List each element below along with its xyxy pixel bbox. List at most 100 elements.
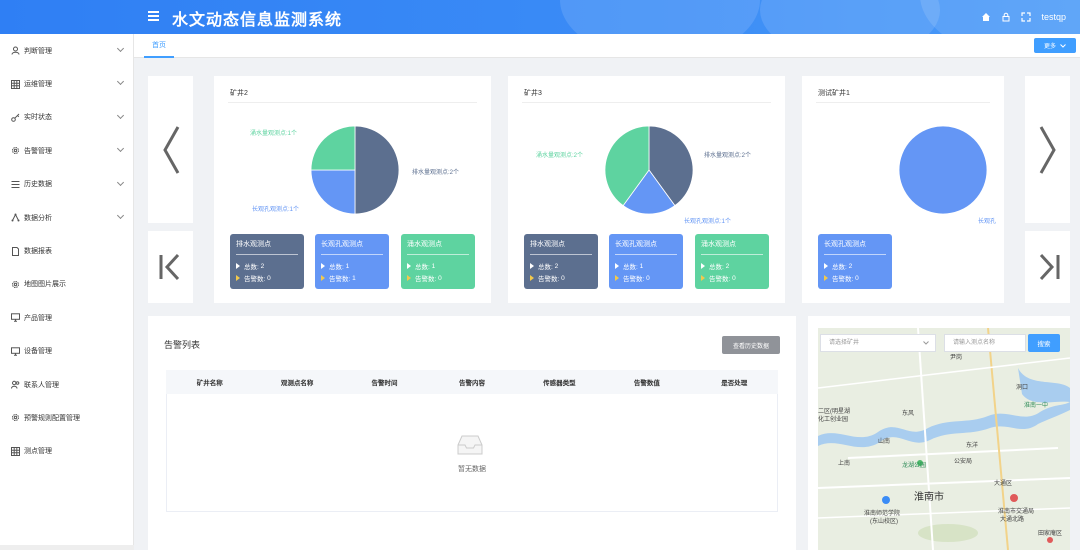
map-label: 大通北路: [1000, 517, 1025, 523]
triangle-icon: [530, 275, 534, 281]
chevron-down-icon: [1060, 43, 1066, 48]
sidebar-item[interactable]: 地图图片展示: [0, 268, 133, 301]
username[interactable]: testqp: [1041, 12, 1066, 22]
monitor-icon: [10, 313, 20, 323]
triangle-icon: [701, 275, 705, 281]
map-label: 田家庵区: [1038, 531, 1063, 537]
carousel-prev-button[interactable]: [148, 76, 193, 223]
stat-alarm-label: 告警数:: [623, 276, 645, 283]
nodes-icon: [10, 213, 20, 223]
more-button-label: 更多: [1043, 44, 1056, 50]
chevron-first-icon: [159, 253, 179, 281]
pie-slice[interactable]: [354, 125, 400, 215]
carousel-last-button[interactable]: [1025, 231, 1070, 303]
pie-label-hole: 长观孔: [978, 219, 997, 225]
stat-total-label: 总数:: [329, 264, 344, 271]
sidebar-item-label: 数据报表: [24, 248, 52, 256]
chevron-down-icon: [116, 211, 125, 219]
empty-inbox-icon: [457, 435, 483, 455]
stat-total-row: 总数: 1: [407, 261, 469, 271]
chevron-last-icon: [1039, 253, 1059, 281]
pie-slice[interactable]: [310, 125, 356, 171]
alarm-list-title: 告警列表: [164, 340, 201, 350]
map-label: 上南: [838, 461, 851, 467]
triangle-icon: [701, 263, 705, 269]
pie-label-hole: 长观孔观测点:1个: [684, 219, 732, 225]
fullscreen-icon[interactable]: [1021, 12, 1032, 22]
pie-label-hole: 长观孔观测点:1个: [252, 207, 300, 213]
stat-total-label: 总数:: [623, 264, 638, 271]
sidebar-scrollbar[interactable]: [0, 545, 134, 550]
grid-icon: [10, 79, 20, 89]
stat-alarm-value: 0: [855, 274, 859, 282]
users-icon: [10, 380, 20, 390]
monitor-icon: [10, 346, 20, 356]
map-label: 龙湖公园: [902, 463, 927, 469]
carousel-next-button[interactable]: [1025, 76, 1070, 223]
stat-alarm-row: 告警数: 0: [701, 273, 763, 283]
gear-icon: [10, 413, 20, 423]
tab-home[interactable]: 首页: [144, 34, 174, 58]
stat-alarm-value: 0: [267, 274, 271, 282]
stat-total-row: 总数: 1: [615, 261, 677, 271]
sidebar-item[interactable]: 数据分析: [0, 201, 133, 234]
stat-total-row: 总数: 2: [824, 261, 886, 271]
more-button[interactable]: 更多: [1034, 38, 1076, 53]
pie-label-water: 涌水量观测点:1个: [250, 131, 298, 137]
sidebar-item[interactable]: 实时状态: [0, 101, 133, 134]
sidebar-item[interactable]: 测点管理: [0, 435, 133, 468]
sidebar-item[interactable]: 历史数据: [0, 168, 133, 201]
chevron-down-icon: [116, 78, 125, 86]
pie-slice[interactable]: [898, 125, 988, 215]
sidebar-item[interactable]: 数据报表: [0, 234, 133, 267]
map-view[interactable]: 尹岗 洞口 二区(明星湖 化工创业园 东风 山南 东洋 上南 公安局 龙湖公园 …: [818, 328, 1070, 550]
stat-alarm-value: 0: [646, 274, 650, 282]
system-title: 水文动态信息监测系统: [172, 12, 343, 29]
map-graphics: [818, 328, 1070, 550]
column-header: 传感器类型: [543, 380, 576, 387]
divider: [228, 102, 477, 103]
stat-alarm-row: 告警数: 0: [236, 273, 298, 283]
sidebar-item-label: 运维管理: [24, 81, 52, 89]
point-name-input[interactable]: 请输入测点名称: [944, 334, 1026, 352]
triangle-icon: [615, 275, 619, 281]
sidebar-item[interactable]: 产品管理: [0, 301, 133, 334]
stat-alarm-row: 告警数: 1: [321, 273, 383, 283]
sidebar-item[interactable]: 运维管理: [0, 67, 133, 100]
point-name-placeholder: 请输入测点名称: [953, 340, 996, 346]
stat-title: 排水观测点: [530, 239, 592, 255]
gear-icon: [10, 146, 20, 156]
home-icon[interactable]: [981, 12, 991, 22]
sidebar-item[interactable]: 预警规则配置管理: [0, 401, 133, 434]
pie-slice[interactable]: [310, 169, 356, 215]
menu-toggle-icon[interactable]: [146, 8, 162, 24]
stat-alarm-value: 1: [352, 274, 356, 282]
stat-alarm-value: 0: [561, 274, 565, 282]
sidebar-item[interactable]: 判断管理: [0, 34, 133, 67]
stat-total-label: 总数:: [538, 264, 553, 271]
map-label: 东风: [902, 411, 915, 417]
chevron-right-icon: [1039, 125, 1056, 174]
map-label: 化工创业园: [818, 417, 849, 423]
stat-total-value: 2: [725, 262, 730, 270]
empty-text: 暂无数据: [458, 466, 486, 473]
stat-card-drain: 排水观测点 总数: 2 告警数: 0: [524, 234, 598, 289]
divider: [522, 102, 771, 103]
stat-card-hole: 长观孔观测点 总数: 1 告警数: 0: [609, 234, 683, 289]
stat-card-hole: 长观孔观测点 总数: 2 告警数: 0: [818, 234, 892, 289]
triangle-icon: [236, 263, 240, 269]
map-label: 公安局: [954, 459, 973, 465]
search-button[interactable]: 搜索: [1028, 334, 1060, 352]
pie-chart: [604, 125, 694, 215]
map-label: 尹岗: [950, 355, 963, 361]
stat-alarm-label: 告警数:: [329, 276, 351, 283]
sidebar-item[interactable]: 设备管理: [0, 335, 133, 368]
column-header: 观测点名称: [280, 380, 314, 387]
stat-total-row: 总数: 2: [236, 261, 298, 271]
mine-select[interactable]: 请选择矿井: [820, 334, 936, 352]
sidebar-item[interactable]: 联系人管理: [0, 368, 133, 401]
lock-icon[interactable]: [1001, 12, 1011, 22]
carousel-first-button[interactable]: [148, 231, 193, 303]
history-data-button[interactable]: 查看历史数据: [722, 336, 780, 354]
sidebar-item[interactable]: 告警管理: [0, 134, 133, 167]
